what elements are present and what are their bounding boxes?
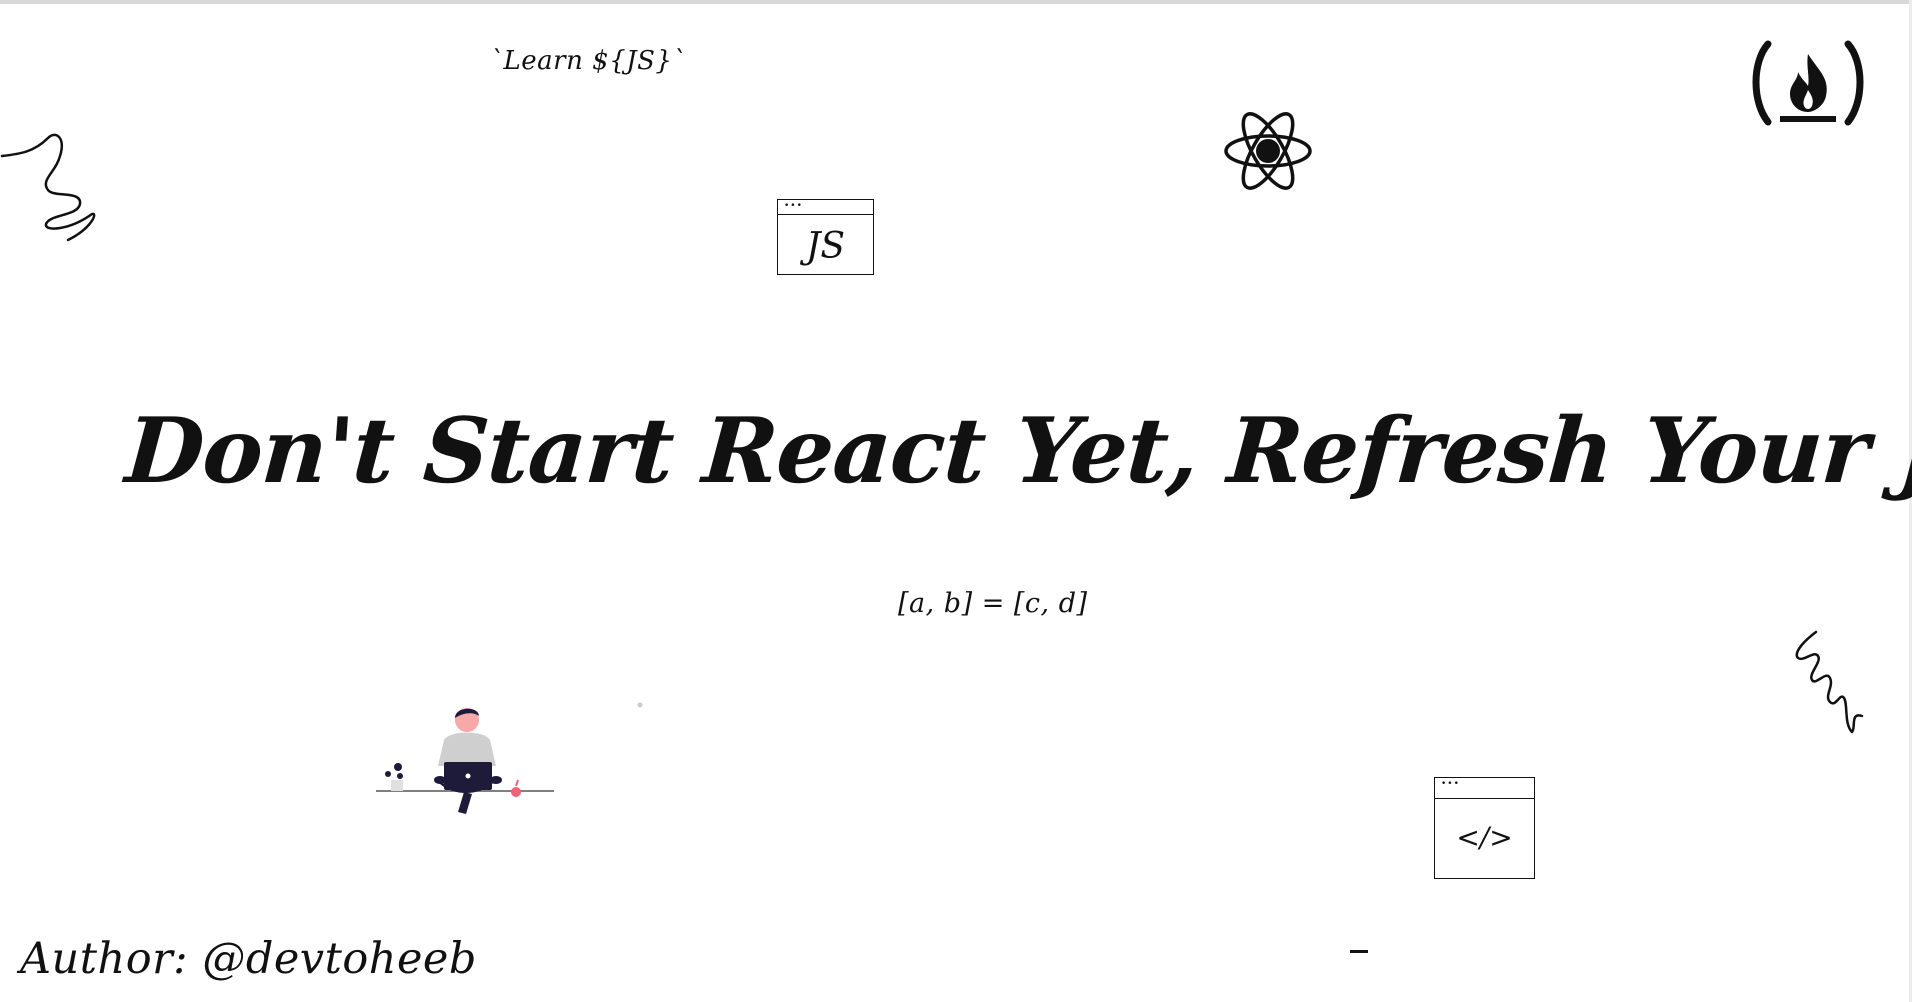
window-dots: ••• [784,201,803,211]
freecodecamp-logo-icon [1752,40,1864,126]
learn-js-tag: `Learn ${JS}` [490,46,686,76]
page-title: Don't Start React Yet, Refresh Your Java… [122,398,1912,504]
react-atom-icon [1224,112,1312,190]
code-tag-label: </> [1456,821,1513,854]
author-credit: Author: @devtoheeb [20,934,477,984]
thumbnail-canvas: `Learn ${JS}` ••• JS Don't Start React Y… [0,0,1912,1002]
window-title-bar: ••• [1435,778,1534,799]
js-window-icon: ••• JS [777,199,874,275]
dash-mark [1350,950,1368,953]
window-title-bar: ••• [778,200,873,215]
window-dots: ••• [1441,779,1460,789]
zigzag-squiggle-icon [1795,630,1864,734]
squiggle-icon [0,133,96,242]
decorative-dot [637,702,643,708]
destructuring-expression: [a, b] = [c, d] [898,588,1088,619]
person-with-laptop-illustration [376,708,554,814]
js-window-label: JS [805,226,846,267]
top-border [0,0,1912,4]
code-window-icon: ••• </> [1434,777,1535,879]
